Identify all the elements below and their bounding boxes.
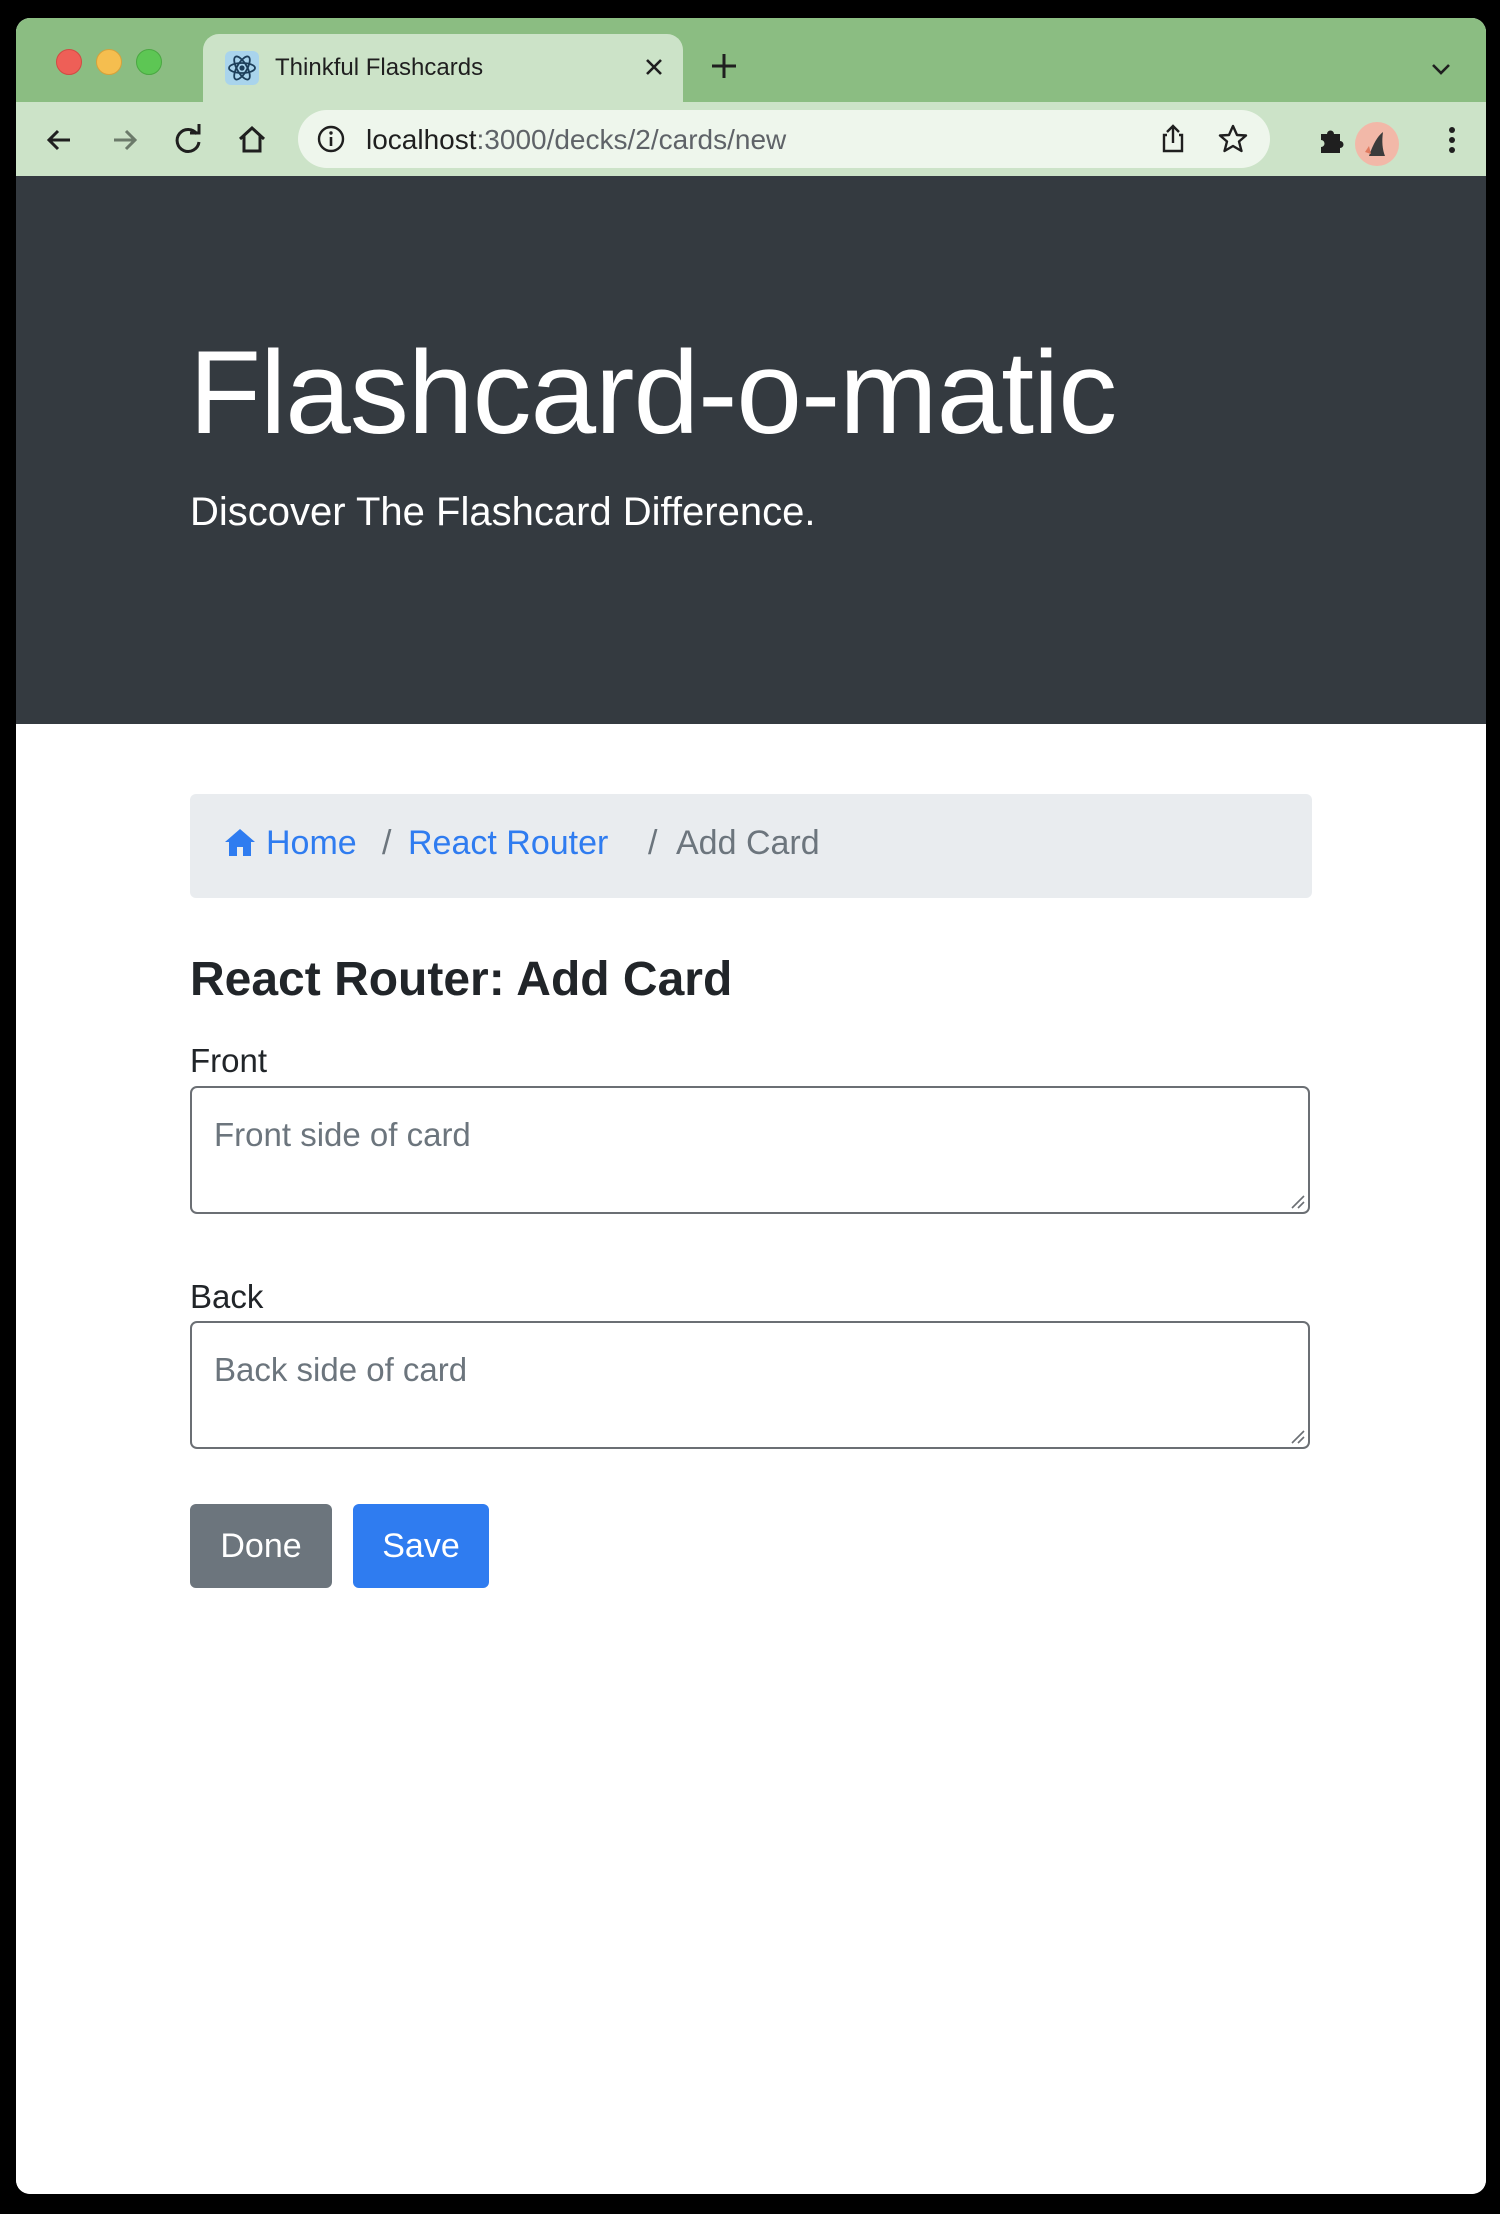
breadcrumb: Home / React Router / Add Card: [190, 794, 1312, 898]
front-label: Front: [190, 1042, 268, 1079]
resize-grip-icon[interactable]: [1288, 1192, 1306, 1210]
new-tab-icon[interactable]: [706, 48, 742, 84]
browser-window: Thinkful Flashcards localhost:3000/decks…: [16, 18, 1486, 2194]
page-title: React Router: Add Card: [190, 953, 733, 1006]
back-arrow-icon[interactable]: [40, 120, 80, 160]
breadcrumb-current: Add Card: [676, 824, 820, 862]
maximize-window-button[interactable]: [136, 49, 162, 75]
chevron-down-icon[interactable]: [1426, 54, 1456, 84]
profile-avatar[interactable]: [1355, 122, 1399, 166]
breadcrumb-separator: /: [382, 824, 392, 862]
tab-title: Thinkful Flashcards: [275, 54, 484, 81]
close-tab-icon[interactable]: [639, 50, 669, 84]
minimize-window-button[interactable]: [96, 49, 122, 75]
front-textarea[interactable]: Front side of card: [190, 1086, 1310, 1214]
home-icon[interactable]: [224, 827, 256, 857]
forward-arrow-icon[interactable]: [104, 120, 144, 160]
home-icon[interactable]: [232, 120, 272, 160]
jumbotron-header: Flashcard-o-matic Discover The Flashcard…: [16, 176, 1486, 724]
address-bar[interactable]: localhost:3000/decks/2/cards/new: [298, 110, 1270, 168]
browser-tab[interactable]: Thinkful Flashcards: [203, 34, 683, 102]
resize-grip-icon[interactable]: [1288, 1427, 1306, 1445]
front-placeholder: Front side of card: [214, 1116, 471, 1153]
back-placeholder: Back side of card: [214, 1351, 468, 1388]
react-atom-icon: [225, 51, 259, 85]
page-content: Flashcard-o-matic Discover The Flashcard…: [16, 176, 1486, 2194]
save-button[interactable]: Save: [353, 1504, 489, 1588]
site-title: Flashcard-o-matic: [189, 327, 1117, 459]
back-label: Back: [190, 1278, 264, 1315]
breadcrumb-deck-link[interactable]: React Router: [408, 826, 608, 860]
extensions-icon[interactable]: [1312, 120, 1352, 160]
info-icon[interactable]: [316, 124, 346, 154]
star-icon[interactable]: [1216, 122, 1250, 156]
breadcrumb-separator: /: [648, 824, 658, 862]
url-text: localhost:3000/decks/2/cards/new: [366, 124, 787, 155]
reload-icon[interactable]: [168, 120, 208, 160]
close-window-button[interactable]: [56, 49, 82, 75]
breadcrumb-home-link[interactable]: Home: [266, 826, 357, 860]
back-textarea[interactable]: Back side of card: [190, 1321, 1310, 1449]
site-tagline: Discover The Flashcard Difference.: [190, 490, 816, 534]
share-icon[interactable]: [1156, 122, 1190, 156]
done-button[interactable]: Done: [190, 1504, 332, 1588]
tab-strip: Thinkful Flashcards: [16, 18, 1486, 102]
kebab-menu-icon[interactable]: [1432, 120, 1472, 160]
